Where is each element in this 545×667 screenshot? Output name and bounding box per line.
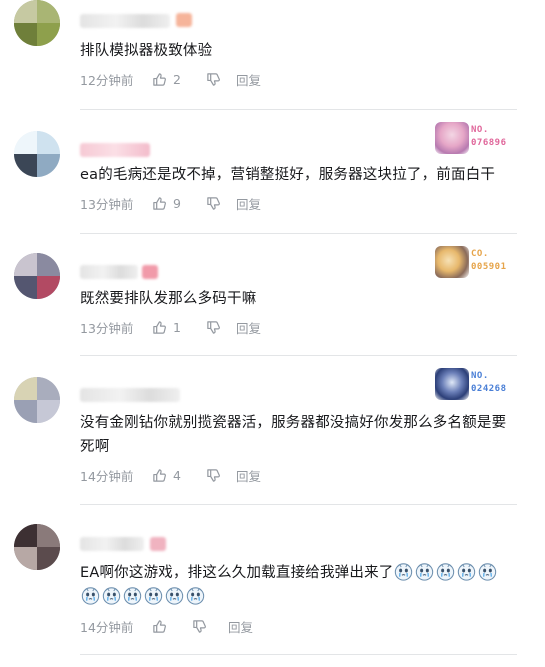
comment-time: 13分钟前 [80,320,134,336]
avatar[interactable] [14,131,60,177]
divider [80,109,517,110]
user-level-badge [150,537,166,551]
like-count: 1 [173,319,181,335]
reply-button[interactable]: 回复 [236,466,261,485]
avatar[interactable] [14,253,60,299]
crying-face-emoji [186,587,205,605]
divider [80,233,517,234]
comment-time: 13分钟前 [80,196,134,212]
comment-text: 既然要排队发那么多码干嘛 [80,291,257,307]
thumbs-down-icon [193,619,206,633]
comment-meta: 12分钟前 2 回复 [80,70,261,88]
comment-text-body: EA啊你这游戏，排这么久加载直接给我弹出来了 [80,565,394,581]
crying-face-emoji [416,563,434,581]
like-button[interactable] [152,619,192,634]
crying-face-emoji [81,587,100,605]
crying-face-emoji [458,563,476,581]
crying-face-emoji [102,587,121,605]
like-button[interactable]: 4 [152,468,206,483]
thumbs-down-icon [207,320,220,334]
fan-badge-image [435,246,469,278]
like-count: 9 [173,195,181,211]
dislike-button[interactable] [206,468,236,483]
fan-badge-image [435,368,469,400]
user-level-badge [142,265,158,279]
divider [80,654,517,655]
crying-face-emoji [479,563,497,581]
fan-badge-image [435,122,469,154]
fan-badge[interactable]: NO. 076896 [435,122,517,154]
crying-face-emoji [437,563,455,581]
like-button[interactable]: 1 [152,320,206,335]
comment-text: 排队模拟器极致体验 [80,43,213,59]
crying-face-emoji [123,587,142,605]
comment-meta: 14分钟前 4 回复 [80,466,261,484]
comment-time: 14分钟前 [80,468,134,484]
like-count: 2 [173,71,181,87]
like-count: 4 [173,467,181,483]
comment-meta: 13分钟前 9 回复 [80,194,261,212]
avatar[interactable] [14,377,60,423]
fan-badge[interactable]: CO. 005901 [435,246,517,278]
comment-time: 14分钟前 [80,619,134,635]
comment-time: 12分钟前 [80,72,134,88]
divider [80,504,517,505]
fan-badge[interactable]: NO. 024268 [435,368,517,400]
username[interactable] [80,143,150,157]
username[interactable] [80,388,180,402]
comment-text: ea的毛病还是改不掉，营销整挺好，服务器这块拉了，前面白干 [80,167,496,183]
crying-face-emoji [165,587,184,605]
username[interactable] [80,14,170,28]
user-level-badge [176,13,192,27]
dislike-button[interactable] [206,196,236,211]
dislike-button[interactable] [206,72,236,87]
thumbs-down-icon [207,196,220,210]
avatar[interactable] [14,0,60,46]
like-button[interactable]: 9 [152,196,206,211]
reply-button[interactable]: 回复 [236,318,261,337]
comment-meta: 14分钟前 回复 [80,617,253,635]
thumbs-up-icon [153,468,166,482]
crying-face-emoji [395,563,413,581]
fan-badge-number: NO. 024268 [471,371,507,394]
thumbs-up-icon [153,320,166,334]
thumbs-down-icon [207,72,220,86]
thumbs-up-icon [153,72,166,86]
thumbs-down-icon [207,468,220,482]
reply-button[interactable]: 回复 [236,194,261,213]
username[interactable] [80,537,144,551]
fan-badge-number: NO. 076896 [471,125,507,148]
divider [80,355,517,356]
comment-meta: 13分钟前 1 回复 [80,318,261,336]
comment-text: EA啊你这游戏，排这么久加载直接给我弹出来了 [80,561,517,609]
dislike-button[interactable] [192,619,228,634]
reply-button[interactable]: 回复 [236,70,261,89]
thumbs-up-icon [153,619,166,633]
like-button[interactable]: 2 [152,72,206,87]
dislike-button[interactable] [206,320,236,335]
crying-face-emoji [144,587,163,605]
comment-text: 没有金刚钻你就别揽瓷器活，服务器都没搞好你发那么多名额是要死啊 [80,415,507,455]
reply-button[interactable]: 回复 [228,617,253,636]
thumbs-up-icon [153,196,166,210]
fan-badge-number: CO. 005901 [471,249,507,272]
username[interactable] [80,265,138,279]
avatar[interactable] [14,524,60,570]
